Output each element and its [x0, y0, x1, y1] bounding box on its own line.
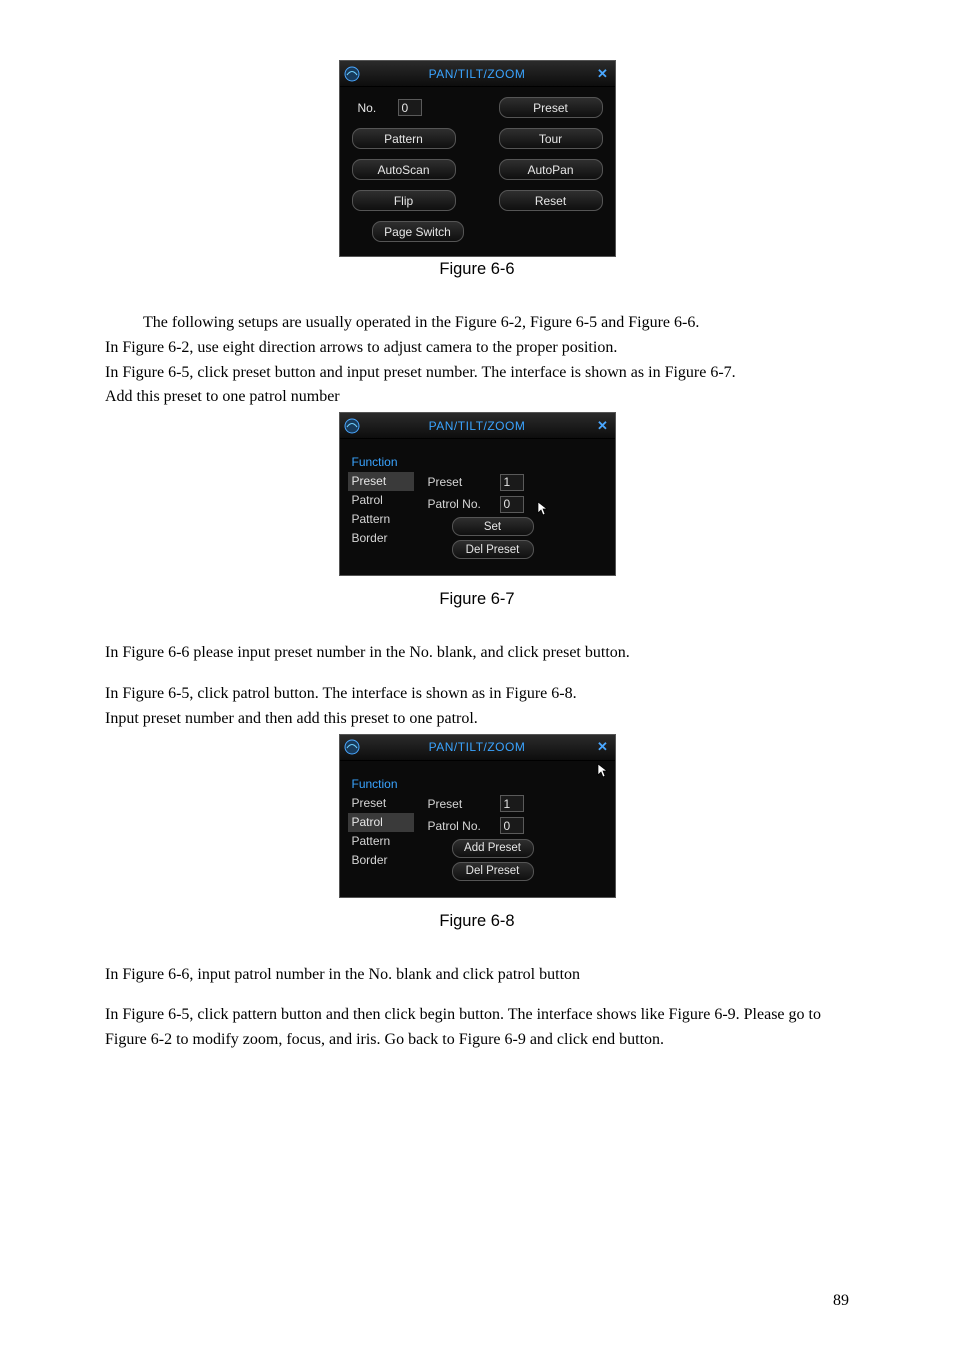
- function-item-patrol[interactable]: Patrol: [348, 491, 414, 510]
- no-input[interactable]: [398, 99, 422, 116]
- cursor-icon: [597, 763, 609, 779]
- ptz-panel-fig68: PAN/TILT/ZOOM ✕ Function Preset Patrol P…: [339, 734, 616, 898]
- function-item-pattern[interactable]: Pattern: [348, 832, 414, 851]
- function-list-head: Function: [348, 453, 414, 472]
- app-logo-icon: [340, 61, 364, 86]
- paragraph: In Figure 6-5, click pattern button and …: [105, 1003, 849, 1053]
- patrol-no-input[interactable]: [500, 496, 524, 513]
- function-item-patrol[interactable]: Patrol: [348, 813, 414, 832]
- ptz-titlebar: PAN/TILT/ZOOM ✕: [340, 735, 615, 761]
- panel-title: PAN/TILT/ZOOM: [364, 67, 591, 81]
- preset-input[interactable]: [500, 795, 524, 812]
- figure-caption-67: Figure 6-7: [105, 590, 849, 609]
- function-list: Function Preset Patrol Pattern Border: [348, 775, 414, 881]
- preset-label: Preset: [428, 475, 492, 489]
- paragraph: The following setups are usually operate…: [105, 311, 849, 336]
- reset-button[interactable]: Reset: [499, 190, 603, 211]
- page-switch-button[interactable]: Page Switch: [372, 221, 464, 242]
- ptz-titlebar: PAN/TILT/ZOOM ✕: [340, 413, 615, 439]
- paragraph: In Figure 6-5, click patrol button. The …: [105, 682, 849, 707]
- app-logo-icon: [340, 413, 364, 438]
- flip-button[interactable]: Flip: [352, 190, 456, 211]
- close-icon[interactable]: ✕: [591, 739, 615, 755]
- function-item-preset[interactable]: Preset: [348, 794, 414, 813]
- paragraph: In Figure 6-6, input patrol number in th…: [105, 963, 849, 988]
- function-item-pattern[interactable]: Pattern: [348, 510, 414, 529]
- preset-label: Preset: [428, 797, 492, 811]
- patrol-no-input[interactable]: [500, 817, 524, 834]
- tour-button[interactable]: Tour: [499, 128, 603, 149]
- autopan-button[interactable]: AutoPan: [499, 159, 603, 180]
- paragraph: In Figure 6-2, use eight direction arrow…: [105, 336, 849, 361]
- panel-title: PAN/TILT/ZOOM: [364, 740, 591, 754]
- ptz-panel-fig66: PAN/TILT/ZOOM ✕ No. Preset Pattern Tour …: [339, 60, 616, 257]
- app-logo-icon: [340, 735, 364, 760]
- close-icon[interactable]: ✕: [591, 66, 615, 82]
- patrol-no-label: Patrol No.: [428, 819, 492, 833]
- function-item-border[interactable]: Border: [348, 851, 414, 870]
- preset-button[interactable]: Preset: [499, 97, 603, 118]
- del-preset-button[interactable]: Del Preset: [452, 540, 534, 559]
- autoscan-button[interactable]: AutoScan: [352, 159, 456, 180]
- paragraph: In Figure 6-5, click preset button and i…: [105, 361, 849, 386]
- function-list-head: Function: [348, 775, 414, 794]
- pattern-button[interactable]: Pattern: [352, 128, 456, 149]
- figure-caption-68: Figure 6-8: [105, 912, 849, 931]
- no-label: No.: [352, 101, 386, 115]
- ptz-titlebar: PAN/TILT/ZOOM ✕: [340, 61, 615, 87]
- page-number: 89: [833, 1292, 849, 1310]
- function-item-border[interactable]: Border: [348, 529, 414, 548]
- del-preset-button[interactable]: Del Preset: [452, 862, 534, 881]
- preset-input[interactable]: [500, 474, 524, 491]
- patrol-no-label: Patrol No.: [428, 497, 492, 511]
- cursor-icon: [537, 501, 549, 517]
- figure-caption-66: Figure 6-6: [105, 260, 849, 279]
- paragraph: In Figure 6-6 please input preset number…: [105, 641, 849, 666]
- paragraph: Input preset number and then add this pr…: [105, 707, 849, 732]
- panel-title: PAN/TILT/ZOOM: [364, 419, 591, 433]
- function-item-preset[interactable]: Preset: [348, 472, 414, 491]
- function-list: Function Preset Patrol Pattern Border: [348, 453, 414, 559]
- add-preset-button[interactable]: Add Preset: [452, 839, 534, 858]
- close-icon[interactable]: ✕: [591, 418, 615, 434]
- paragraph: Add this preset to one patrol number: [105, 385, 849, 410]
- set-button[interactable]: Set: [452, 517, 534, 536]
- ptz-panel-fig67: PAN/TILT/ZOOM ✕ Function Preset Patrol P…: [339, 412, 616, 576]
